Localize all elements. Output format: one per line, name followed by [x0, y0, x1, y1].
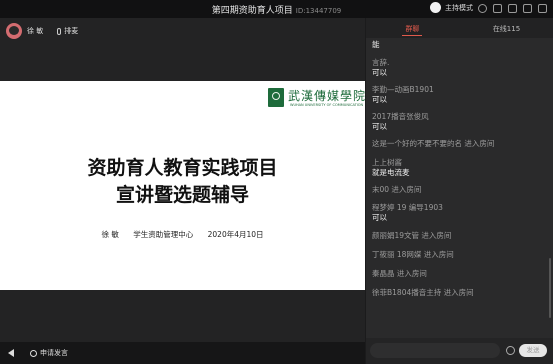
bottom-toolbar: 申请发言	[0, 342, 365, 364]
slide-presenter: 徐 敏	[101, 230, 119, 239]
minimize-icon[interactable]	[523, 4, 532, 13]
message-user: 2017播音张俊风	[372, 112, 429, 121]
title-bar: 第四期资助育人项目 ID:13447709 主持模式	[0, 0, 553, 18]
window-title-text: 第四期资助育人项目	[211, 6, 293, 16]
chat-input-bar: 发送	[366, 338, 553, 364]
mic-queue-label[interactable]: 排麦	[64, 26, 78, 36]
message-user: 上上树酱	[372, 158, 402, 167]
emoji-icon[interactable]	[506, 346, 515, 355]
message-user: 李勤—动画B1901	[372, 85, 434, 94]
system-text: 颜丽娟19文管 进入房间	[372, 231, 452, 240]
chat-message: 言辞. 可以	[372, 58, 550, 78]
message-text: 就是电流麦	[372, 168, 410, 177]
chat-system-message: 颜丽娟19文管 进入房间	[372, 231, 550, 241]
presentation-slide: 武漢傳媒學院 WUHAN UNIVERSITY OF COMMUNICATION…	[0, 81, 365, 290]
send-button[interactable]: 发送	[519, 344, 547, 357]
message-text: 可以	[372, 213, 387, 222]
share-icon[interactable]	[508, 4, 517, 13]
message-user: 程梦婷 19 编导1903	[372, 203, 443, 212]
message-text: 可以	[372, 122, 387, 131]
chat-panel: 群聊 在线115 能 言辞. 可以 李勤—动画B1901 可以 2017播音张俊…	[366, 18, 553, 364]
host-mode[interactable]: 主持模式	[430, 2, 473, 13]
chat-system-message: 这是一个好的不要不要的名 进入房间	[372, 139, 550, 149]
slide-info: 徐 敏 学生资助管理中心 2020年4月10日	[0, 229, 365, 240]
window-controls	[478, 4, 547, 13]
slide-date: 2020年4月10日	[207, 230, 264, 239]
video-panel: 徐 敏 排麦 武漢傳媒學院 WUHAN UNIVERSITY OF COMMUN…	[0, 18, 365, 364]
university-logo-icon	[268, 88, 284, 107]
apply-to-speak-button[interactable]: 申请发言	[40, 348, 68, 358]
slide-title-line1: 资助育人教育实践项目	[87, 157, 278, 179]
speaker-name: 徐 敏	[27, 27, 44, 35]
active-tab-indicator	[402, 35, 422, 36]
university-logo-subtext: WUHAN UNIVERSITY OF COMMUNICATION	[290, 103, 364, 107]
popout-icon[interactable]	[493, 4, 502, 13]
speaker-bar: 徐 敏 排麦	[0, 18, 365, 44]
system-text: 丁筱丽 18网媒 进入房间	[372, 250, 454, 259]
host-mode-label: 主持模式	[445, 3, 473, 12]
chat-message: 上上树酱 就是电流麦	[372, 158, 550, 178]
tab-group-chat[interactable]: 群聊	[366, 24, 459, 34]
message-text: 可以	[372, 95, 387, 104]
settings-icon[interactable]	[478, 4, 487, 13]
speaker-avatar	[6, 23, 22, 39]
chat-message: 李勤—动画B1901 可以	[372, 85, 550, 105]
system-text: 徐菲B1804播音主持 进入房间	[372, 288, 474, 297]
chat-system-message: 秦晶晶 进入房间	[372, 269, 550, 279]
slide-title-line2: 宣讲暨选题辅导	[115, 184, 249, 206]
chat-input[interactable]	[370, 343, 500, 358]
system-text: 这是一个好的不要不要的名 进入房间	[372, 139, 495, 148]
chat-tabs: 群聊 在线115	[366, 18, 553, 38]
tab-online[interactable]: 在线115	[460, 24, 553, 34]
chat-message: 能	[372, 40, 550, 50]
room-id: ID:13447709	[295, 7, 342, 15]
chat-message: 2017播音张俊风 可以	[372, 112, 550, 132]
host-avatar	[430, 2, 441, 13]
chat-system-message: 丁筱丽 18网媒 进入房间	[372, 250, 550, 260]
system-text: 秦晶晶 进入房间	[372, 269, 427, 278]
message-text: 能	[372, 40, 380, 49]
microphone-icon[interactable]	[57, 27, 62, 35]
chat-message: 程梦婷 19 编导1903 可以	[372, 203, 550, 223]
chat-system-message: 徐菲B1804播音主持 进入房间	[372, 288, 550, 298]
university-logo-text: 武漢傳媒學院	[288, 89, 367, 103]
maximize-icon[interactable]	[538, 4, 547, 13]
phone-icon[interactable]	[30, 349, 37, 357]
chat-messages: 能 言辞. 可以 李勤—动画B1901 可以 2017播音张俊风 可以 这是一个…	[372, 40, 550, 298]
volume-icon[interactable]	[8, 349, 14, 357]
slide-org: 学生资助管理中心	[133, 230, 194, 239]
message-user: 言辞.	[372, 58, 390, 67]
chat-system-message: 末00 进入房间	[372, 185, 550, 195]
message-text: 可以	[372, 68, 387, 77]
chat-scrollbar[interactable]	[549, 258, 551, 318]
system-text: 末00 进入房间	[372, 185, 422, 194]
